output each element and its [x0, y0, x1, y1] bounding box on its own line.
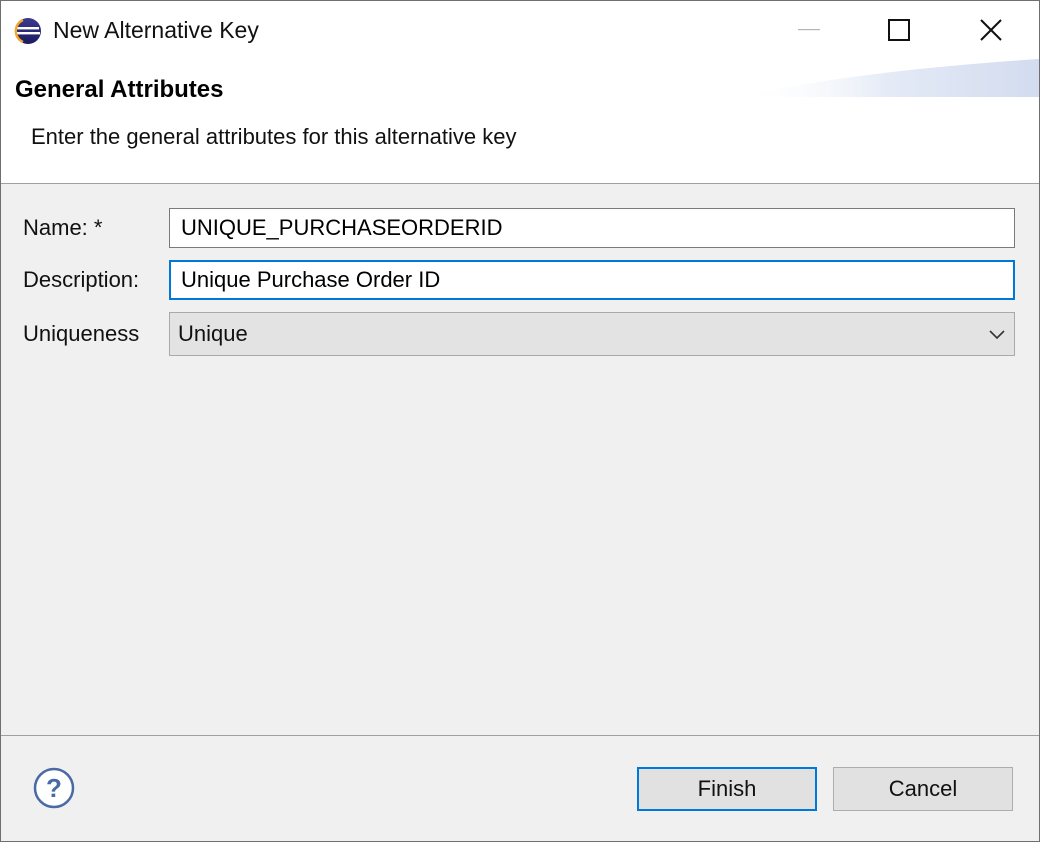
maximize-icon [888, 19, 910, 41]
finish-button[interactable]: Finish [637, 767, 817, 811]
page-title: General Attributes [15, 76, 224, 103]
page-description: Enter the general attributes for this al… [31, 124, 517, 149]
close-icon [980, 19, 1002, 41]
new-alternative-key-dialog: New Alternative Key General Attributes E… [0, 0, 1040, 842]
uniqueness-selected-value: Unique [178, 321, 248, 346]
chevron-down-icon [989, 330, 1005, 340]
header-decoration [739, 59, 1039, 97]
maximize-button[interactable] [853, 1, 945, 59]
minimize-button[interactable] [763, 1, 855, 59]
minimize-icon [798, 29, 820, 31]
name-input[interactable] [169, 208, 1015, 248]
help-icon[interactable]: ? [33, 767, 75, 809]
uniqueness-select[interactable]: Unique [169, 312, 1015, 356]
close-button[interactable] [945, 1, 1037, 59]
svg-text:?: ? [46, 773, 62, 803]
wizard-header: General Attributes Enter the general att… [1, 59, 1039, 183]
description-label: Description: [23, 267, 140, 292]
header-divider [1, 183, 1039, 184]
description-input[interactable] [169, 260, 1015, 300]
uniqueness-label: Uniqueness [23, 321, 140, 346]
cancel-button[interactable]: Cancel [833, 767, 1013, 811]
window-title: New Alternative Key [53, 17, 259, 43]
name-label: Name: * [23, 215, 103, 240]
title-bar[interactable]: New Alternative Key [1, 1, 1039, 59]
eclipse-icon [14, 18, 41, 44]
footer-divider [1, 735, 1039, 736]
